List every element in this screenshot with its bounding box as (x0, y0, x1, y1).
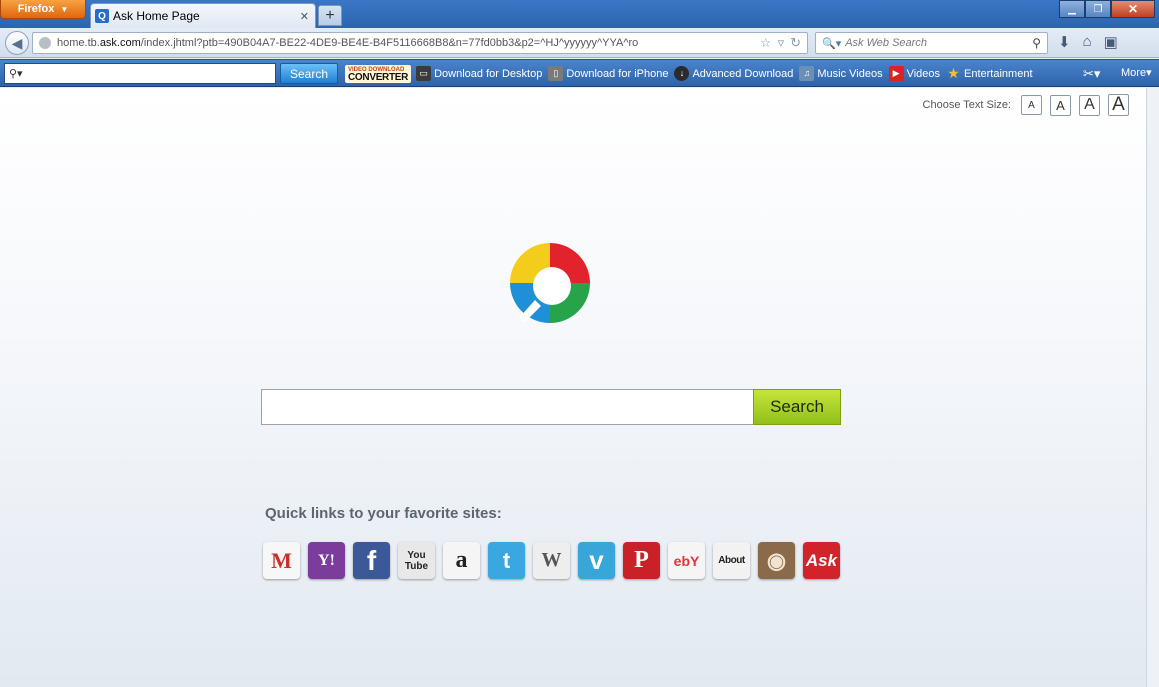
text-size-large-button[interactable]: A (1079, 94, 1100, 116)
tab-ask-home[interactable]: Q Ask Home Page ✕ (90, 3, 316, 28)
maximize-icon[interactable]: ❐ (1085, 0, 1111, 18)
window-controls: ▁ ❐ ✕ (1059, 0, 1155, 18)
page-content: Choose Text Size: A A A A Search Quick l… (0, 88, 1146, 687)
back-button[interactable]: ◀ (5, 31, 29, 55)
toolbar-item-videos[interactable]: ▶ Videos (888, 66, 940, 81)
quick-link-facebook[interactable]: f (353, 542, 390, 579)
star-icon: ★ (947, 65, 960, 81)
ask-logo-icon (510, 243, 590, 323)
new-tab-button[interactable]: + (318, 5, 342, 26)
nav-icons: ⬇ ⌂ ▣ (1058, 33, 1118, 51)
main-search-button[interactable]: Search (753, 389, 841, 425)
quick-link-twitter[interactable]: t (488, 542, 525, 579)
quick-link-amazon[interactable]: a (443, 542, 480, 579)
close-window-icon[interactable]: ✕ (1111, 0, 1155, 18)
search-icon[interactable]: ⚲ (1032, 36, 1041, 50)
quick-link-gmail[interactable]: M (263, 542, 300, 579)
page-scrollbar[interactable] (1146, 88, 1159, 687)
phone-icon: ▯ (548, 66, 564, 81)
tab-title: Ask Home Page (113, 9, 200, 23)
text-size-chooser: Choose Text Size: A A A A (923, 94, 1129, 116)
toolbar-items: VIDEO DOWNLOAD CONVERTER ▭ Download for … (345, 60, 1039, 87)
bookmark-star-icon[interactable]: ☆ (760, 35, 772, 51)
firefox-menu-button[interactable]: Firefox ▼ (0, 0, 86, 19)
text-size-medium-button[interactable]: A (1050, 94, 1071, 116)
addons-icon[interactable]: ▣ (1104, 33, 1118, 51)
downloads-icon[interactable]: ⬇ (1058, 33, 1071, 51)
monitor-icon: ▭ (416, 66, 432, 81)
toolbar-item-advanced-download[interactable]: ↓ Advanced Download (674, 66, 793, 81)
toolbar-item-music-videos[interactable]: ♫ Music Videos (799, 66, 883, 81)
quick-link-pinterest[interactable]: P (623, 542, 660, 579)
search-icon: ⚲▾ (9, 68, 23, 80)
text-size-label: Choose Text Size: (922, 99, 1011, 111)
video-download-converter-logo[interactable]: VIDEO DOWNLOAD CONVERTER (345, 64, 412, 83)
quick-link-about[interactable]: About (713, 542, 750, 579)
quick-link-ebay[interactable]: ebY (668, 542, 705, 579)
toolbar-more-button[interactable]: More▾ (1121, 66, 1152, 79)
toolbar-item-download-desktop[interactable]: ▭ Download for Desktop (416, 66, 542, 81)
quick-link-ask[interactable]: Ask (803, 542, 840, 579)
firefox-menu-label: Firefox (17, 3, 55, 15)
music-note-icon: ♫ (799, 66, 815, 81)
text-size-small-button[interactable]: A (1021, 95, 1042, 115)
quick-link-wikipedia[interactable]: W (533, 542, 570, 579)
download-icon: ↓ (674, 66, 690, 81)
web-search-placeholder: Ask Web Search (845, 37, 927, 49)
quick-link-instagram[interactable]: ◉ (758, 542, 795, 579)
url-dropdown-icon[interactable]: ▿ (778, 35, 785, 51)
quick-links: M Y! f You Tube a t W v P ebY About ◉ As… (263, 542, 840, 579)
globe-icon (39, 37, 51, 49)
home-icon[interactable]: ⌂ (1083, 33, 1092, 51)
tab-close-icon[interactable]: ✕ (300, 10, 309, 23)
toolbar-item-download-iphone[interactable]: ▯ Download for iPhone (548, 66, 668, 81)
ask-favicon-icon: Q (95, 9, 109, 23)
chevron-down-icon: ▼ (60, 4, 69, 14)
quick-link-vimeo[interactable]: v (578, 542, 615, 579)
toolbar-search-button[interactable]: Search (280, 63, 338, 84)
url-text: home.tb.ask.com/index.jhtml?ptb=490B04A7… (57, 37, 639, 49)
main-search-input[interactable] (261, 389, 754, 425)
navigation-bar: ◀ home.tb.ask.com/index.jhtml?ptb=490B04… (0, 28, 1159, 58)
minimize-icon[interactable]: ▁ (1059, 0, 1085, 18)
quick-link-youtube[interactable]: You Tube (398, 542, 435, 579)
url-bar[interactable]: home.tb.ask.com/index.jhtml?ptb=490B04A7… (32, 32, 808, 54)
youtube-icon: ▶ (888, 66, 904, 81)
quick-links-title: Quick links to your favorite sites: (265, 505, 502, 522)
ask-toolbar: ⚲▾ Search VIDEO DOWNLOAD CONVERTER ▭ Dow… (0, 59, 1159, 87)
web-search-box[interactable]: 🔍▾ Ask Web Search ⚲ (815, 32, 1048, 54)
text-size-xlarge-button[interactable]: A (1108, 94, 1129, 116)
tools-icon[interactable]: ✂▾ (1083, 66, 1100, 82)
quick-link-yahoo[interactable]: Y! (308, 542, 345, 579)
search-engine-icon[interactable]: 🔍▾ (822, 37, 841, 50)
reload-icon[interactable]: ↻ (790, 35, 801, 51)
title-bar: Firefox ▼ Q Ask Home Page ✕ + ▁ ❐ ✕ (0, 0, 1159, 28)
toolbar-search-input[interactable]: ⚲▾ (4, 63, 276, 84)
toolbar-item-entertainment[interactable]: ★ Entertainment (946, 66, 1032, 81)
